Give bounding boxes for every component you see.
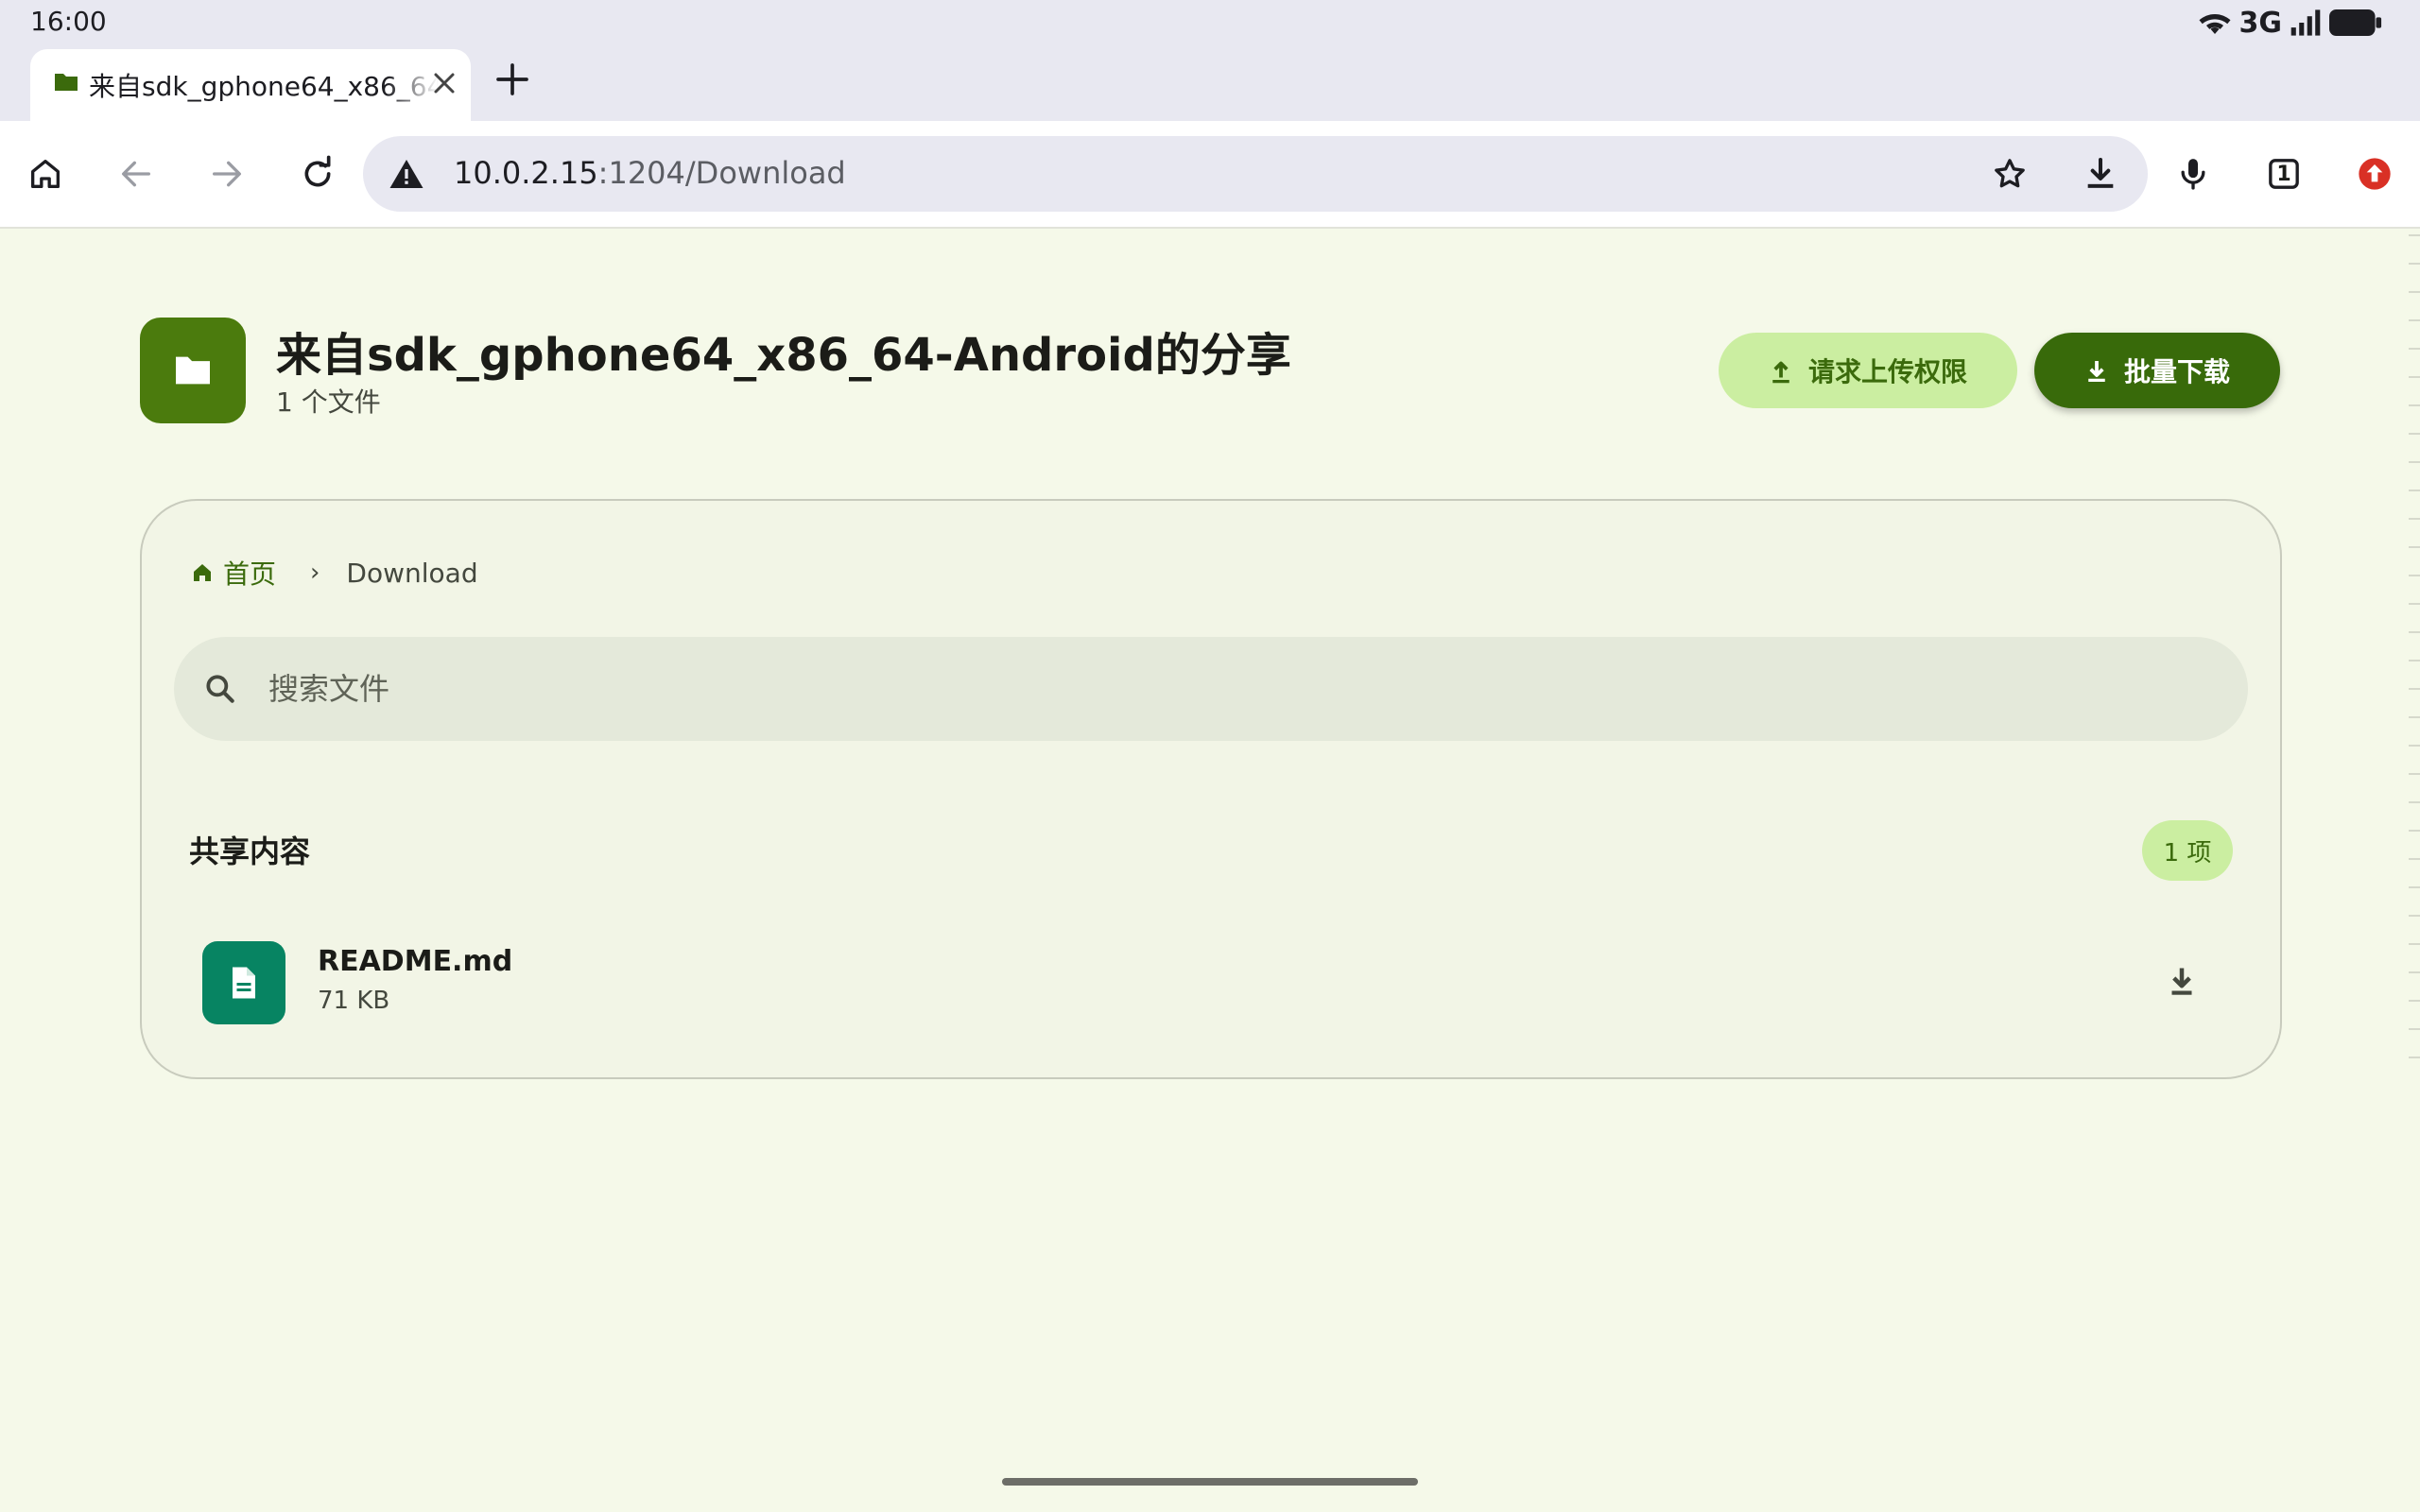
file-name[interactable]: README.md	[318, 945, 512, 978]
reload-button[interactable]	[287, 144, 348, 204]
request-upload-label: 请求上传权限	[1807, 356, 1967, 387]
home-icon	[31, 160, 60, 188]
batch-download-button[interactable]: 批量下载	[2034, 333, 2280, 408]
wifi-icon	[2199, 14, 2230, 34]
breadcrumb: 首页 › Download	[191, 554, 478, 592]
battery-icon	[2329, 9, 2382, 36]
address-bar[interactable]: 10.0.2.15:1204/Download	[363, 136, 2148, 212]
document-icon	[233, 967, 255, 999]
breadcrumb-home[interactable]: 首页	[191, 554, 276, 592]
close-tab-icon[interactable]	[427, 66, 461, 100]
file-download-button[interactable]	[2157, 956, 2206, 1005]
forward-icon	[213, 161, 241, 187]
gesture-home-indicator[interactable]	[1002, 1478, 1418, 1486]
breadcrumb-current: Download	[346, 557, 478, 589]
search-bar[interactable]	[174, 637, 2248, 741]
url-path: :1204/Download	[597, 155, 846, 191]
scroll-track	[2409, 234, 2420, 1085]
section-title: 共享内容	[189, 833, 311, 869]
status-bar	[0, 0, 2420, 45]
download-icon	[2088, 361, 2105, 382]
back-button[interactable]	[106, 144, 166, 204]
search-input[interactable]	[268, 663, 2065, 714]
status-time: 16:00	[30, 6, 107, 37]
folder-icon	[176, 356, 210, 385]
browser-tab[interactable]: 来自sdk_gphone64_x86_64-Android的分享	[30, 49, 471, 121]
page-title: 来自sdk_gphone64_x86_64-Android的分享	[276, 329, 1291, 382]
file-size: 71 KB	[318, 987, 390, 1015]
back-icon	[122, 161, 150, 187]
download-page-icon[interactable]	[2082, 155, 2119, 193]
voice-search-button[interactable]	[2163, 144, 2223, 204]
home-button[interactable]	[15, 144, 76, 204]
tab-title: 来自sdk_gphone64_x86_64-Android的分享	[89, 71, 439, 102]
item-count-badge: 1 项	[2142, 820, 2233, 881]
upload-icon	[1772, 361, 1789, 384]
url-text[interactable]: 10.0.2.15:1204/Download	[454, 155, 846, 191]
url-host: 10.0.2.15	[454, 155, 598, 191]
search-icon	[206, 675, 234, 703]
breadcrumb-home-label: 首页	[223, 558, 277, 590]
reload-icon	[304, 155, 331, 187]
file-list-item[interactable]: README.md 71 KB	[170, 924, 2250, 1038]
file-count-subtitle: 1 个文件	[276, 387, 381, 418]
mic-icon	[2181, 159, 2205, 190]
file-browser-card: 首页 › Download 共享内容 1 项 README.md 71 KB	[140, 499, 2282, 1079]
extension-icon	[2359, 158, 2391, 190]
network-type: 3G	[2238, 6, 2283, 40]
batch-download-label: 批量下载	[2123, 356, 2230, 387]
bookmark-star-icon[interactable]	[1991, 155, 2029, 193]
file-type-avatar	[202, 941, 285, 1024]
signal-icon	[2290, 9, 2321, 36]
extension-button[interactable]	[2344, 144, 2405, 204]
breadcrumb-separator: ›	[310, 558, 320, 587]
not-secure-icon[interactable]	[388, 155, 425, 193]
forward-button[interactable]	[197, 144, 257, 204]
request-upload-button[interactable]: 请求上传权限	[1719, 333, 2017, 408]
home-filled-icon	[194, 564, 211, 581]
tab-count: 1	[2276, 162, 2291, 186]
download-icon	[2171, 968, 2192, 995]
browser-toolbar: 10.0.2.15:1204/Download 1	[0, 121, 2420, 229]
tab-switcher-button[interactable]: 1	[2254, 144, 2314, 204]
folder-avatar	[140, 318, 246, 423]
status-icons: 3G	[2198, 6, 2383, 40]
new-tab-icon[interactable]	[493, 60, 531, 98]
folder-favicon-icon	[55, 74, 78, 91]
